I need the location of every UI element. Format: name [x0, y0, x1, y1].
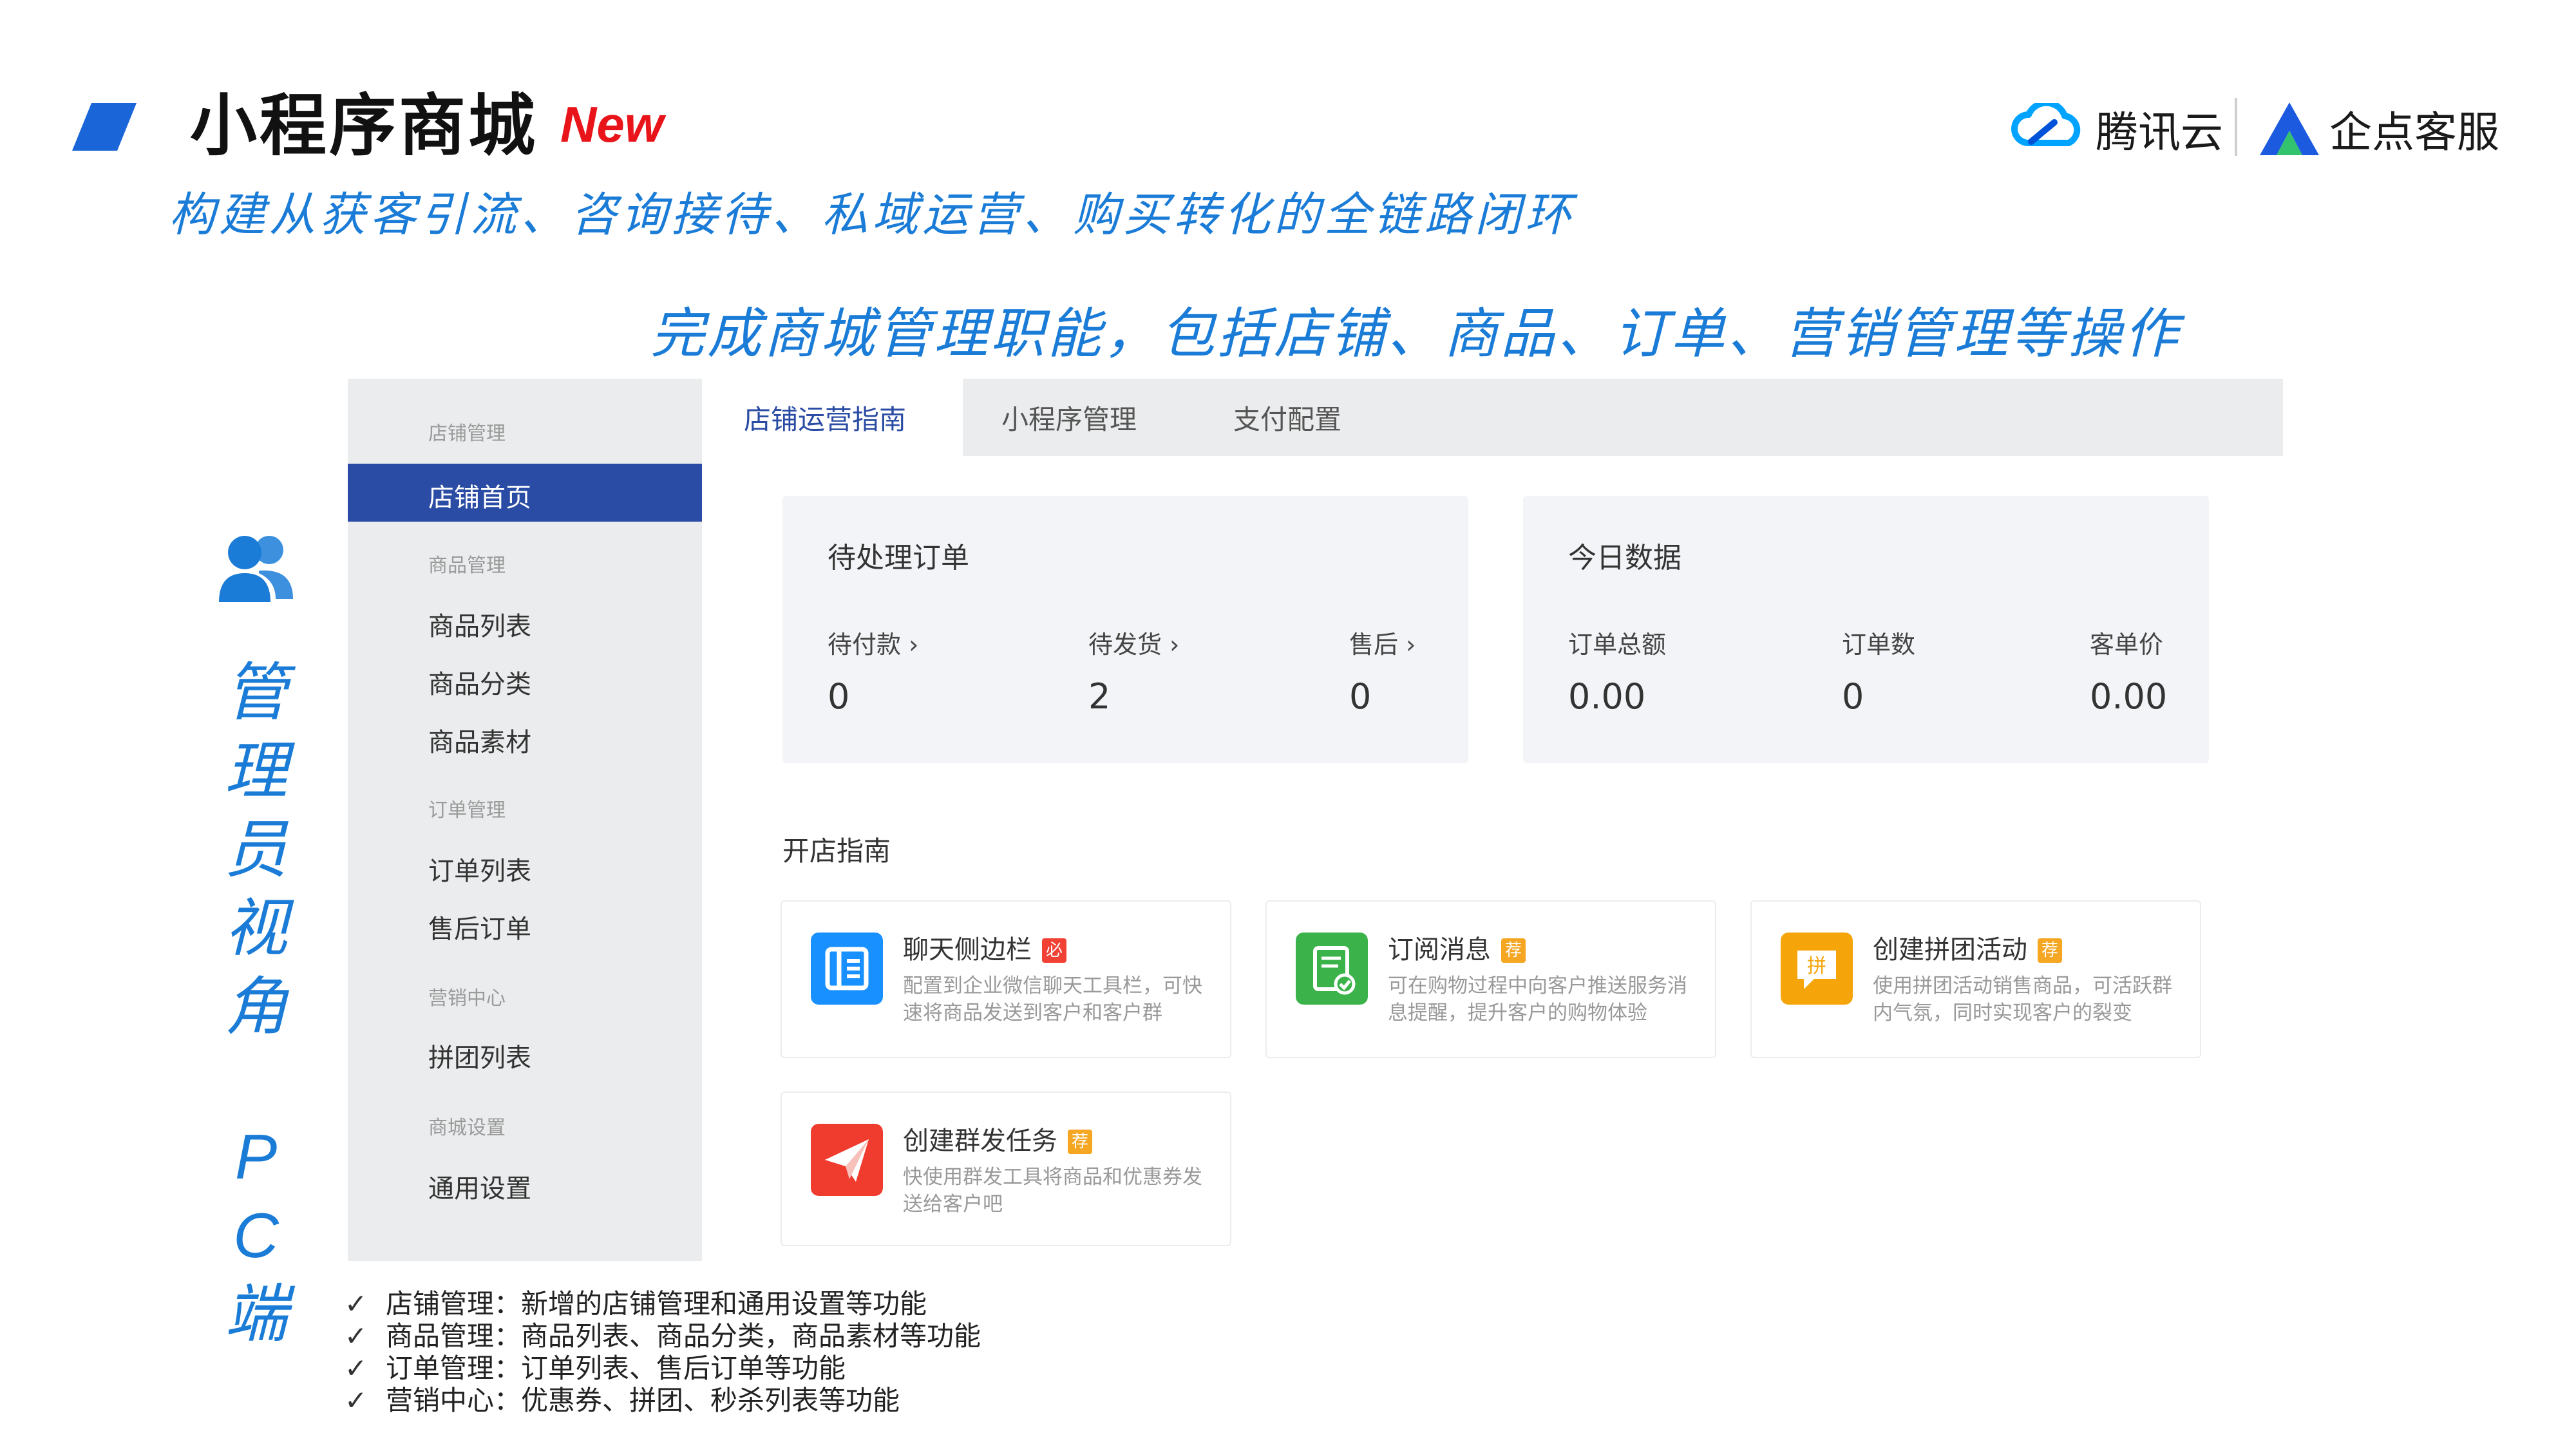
- feature-bullet: ✓ 店铺管理：新增的店铺管理和通用设置等功能: [345, 1288, 981, 1320]
- tencent-cloud-icon: [2011, 103, 2081, 146]
- tab-bar: 店铺运营指南 小程序管理 支付配置: [702, 379, 2283, 456]
- tencent-cloud-logo: 腾讯云: [2009, 97, 2223, 161]
- sidebar-group-marketing: 营销中心: [428, 987, 506, 1010]
- recommended-badge: 荐: [1501, 938, 1526, 963]
- guide-card-name-text: 创建群发任务: [903, 1126, 1057, 1156]
- check-icon: ✓: [345, 1320, 368, 1352]
- vertical-char: 端: [224, 1278, 288, 1349]
- stat-label-awaiting-shipment[interactable]: 待发货 ›: [1088, 625, 1179, 660]
- qidian-logo: 企点客服: [2257, 97, 2499, 161]
- guide-card-name-text: 聊天侧边栏: [903, 935, 1032, 965]
- guide-card-create-broadcast[interactable]: 创建群发任务荐 快使用群发工具将商品和优惠券发送给客户吧: [781, 1092, 1231, 1246]
- sidebar-group-store: 店铺管理: [428, 422, 506, 445]
- broadcast-icon: [811, 1124, 883, 1196]
- slide-tagline: 完成商城管理职能，包括店铺、商品、订单、营销管理等操作: [650, 302, 2181, 365]
- feature-bullet-text: 营销中心：优惠券、拼团、秒杀列表等功能: [386, 1385, 900, 1416]
- tab-payment-config[interactable]: 支付配置: [1233, 398, 1341, 437]
- feature-bullet-list: ✓ 店铺管理：新增的店铺管理和通用设置等功能 ✓ 商品管理：商品列表、商品分类，商品…: [345, 1288, 981, 1417]
- guide-card-name: 创建拼团活动荐: [1873, 929, 2062, 966]
- recommended-badge: 荐: [1068, 1130, 1092, 1154]
- vertical-label-admin-view: 管 理 员 视 角: [222, 654, 290, 1046]
- today-data-card: 今日数据 订单总额 0.00 订单数 0 客单价 0.00: [1523, 496, 2209, 763]
- guide-card-name-text: 创建拼团活动: [1873, 935, 2027, 965]
- feature-bullet-text: 订单管理：订单列表、售后订单等功能: [386, 1352, 846, 1384]
- sidebar-item-product-category[interactable]: 商品分类: [428, 663, 531, 701]
- stat-label-order-count: 订单数: [1842, 630, 1916, 659]
- stat-label-order-total: 订单总额: [1568, 630, 1667, 659]
- store-guide-title: 开店指南: [782, 835, 891, 867]
- feature-bullet: ✓ 商品管理：商品列表、商品分类，商品素材等功能: [345, 1320, 981, 1352]
- logo-divider: [2235, 98, 2237, 156]
- stat-value-order-count: 0: [1842, 676, 1864, 717]
- feature-bullet-text: 店铺管理：新增的店铺管理和通用设置等功能: [386, 1288, 927, 1320]
- today-data-title: 今日数据: [1568, 542, 1681, 574]
- stat-label-avg-order-value: 客单价: [2090, 630, 2164, 659]
- vertical-char: 理: [224, 735, 288, 808]
- sidebar-item-product-list[interactable]: 商品列表: [428, 605, 531, 643]
- vertical-char: 管: [224, 656, 288, 730]
- guide-card-name: 订阅消息荐: [1388, 929, 1526, 966]
- guide-card-name: 聊天侧边栏必: [903, 929, 1066, 966]
- sidebar-item-label: 店铺首页: [428, 483, 531, 513]
- recommended-badge: 荐: [2038, 938, 2062, 963]
- pending-orders-card: 待处理订单 待付款 › 0 待发货 › 2 售后 › 0: [782, 496, 1468, 763]
- slide-title: 小程序商城: [190, 86, 538, 165]
- new-badge: New: [560, 96, 664, 153]
- subscribe-icon: [1296, 933, 1368, 1005]
- stat-value-order-total: 0.00: [1568, 676, 1646, 717]
- qidian-icon: [2260, 102, 2319, 155]
- sidebar-group-products: 商品管理: [428, 554, 506, 577]
- slide-subtitle: 构建从获客引流、咨询接待、私域运营、购买转化的全链路闭环: [169, 187, 1576, 242]
- guide-card-create-group-buy[interactable]: 拼 创建拼团活动荐 使用拼团活动销售商品，可活跃群内气氛，同时实现客户的裂变: [1750, 900, 2201, 1058]
- group-buy-icon: 拼: [1781, 933, 1853, 1005]
- vertical-char: C: [233, 1200, 279, 1271]
- guide-card-name-text: 订阅消息: [1388, 935, 1491, 965]
- svg-text:拼: 拼: [1807, 955, 1826, 978]
- required-badge: 必: [1042, 938, 1066, 963]
- sidebar-icon: [811, 933, 883, 1005]
- vertical-char: 视: [224, 892, 288, 965]
- vertical-char: 员: [224, 813, 288, 887]
- qidian-logo-text: 企点客服: [2329, 108, 2499, 157]
- guide-card-chat-sidebar[interactable]: 聊天侧边栏必 配置到企业微信聊天工具栏，可快速将商品发送到客户和客户群: [781, 900, 1231, 1058]
- stat-label-after-sales[interactable]: 售后 ›: [1349, 625, 1416, 660]
- guide-card-subscribe-message[interactable]: 订阅消息荐 可在购物过程中向客户推送服务消息提醒，提升客户的购物体验: [1265, 900, 1716, 1058]
- sidebar-item-product-material[interactable]: 商品素材: [428, 721, 531, 759]
- stat-value-avg-order-value: 0.00: [2090, 676, 2168, 717]
- guide-card-desc: 快使用群发工具将商品和优惠券发送给客户吧: [903, 1166, 1202, 1216]
- sidebar-item-store-home[interactable]: 店铺首页: [348, 464, 702, 522]
- sidebar: 店铺管理 店铺首页 商品管理 商品列表 商品分类 商品素材 订单管理 订单列表 …: [348, 379, 702, 1261]
- admin-user-icon: [219, 536, 293, 602]
- vertical-char: P: [234, 1121, 278, 1192]
- guide-card-desc: 使用拼团活动销售商品，可活跃群内气氛，同时实现客户的裂变: [1873, 974, 2172, 1025]
- guide-card-name: 创建群发任务荐: [903, 1120, 1092, 1157]
- sidebar-group-orders: 订单管理: [428, 799, 506, 822]
- sidebar-item-group-buy-list[interactable]: 拼团列表: [428, 1037, 531, 1074]
- stat-value-after-sales: 0: [1349, 676, 1372, 717]
- tencent-cloud-logo-text: 腾讯云: [2096, 108, 2223, 157]
- stat-label-awaiting-payment[interactable]: 待付款 ›: [828, 625, 918, 660]
- sidebar-item-general-settings[interactable]: 通用设置: [428, 1168, 531, 1205]
- check-icon: ✓: [345, 1385, 368, 1416]
- sidebar-item-after-sale-orders[interactable]: 售后订单: [428, 908, 531, 945]
- sidebar-item-order-list[interactable]: 订单列表: [428, 850, 531, 887]
- check-icon: ✓: [345, 1288, 368, 1320]
- sidebar-group-mall-settings: 商城设置: [428, 1117, 506, 1139]
- tab-mini-program-management[interactable]: 小程序管理: [1001, 398, 1137, 437]
- feature-bullet: ✓ 订单管理：订单列表、售后订单等功能: [345, 1352, 981, 1385]
- guide-card-desc: 可在购物过程中向客户推送服务消息提醒，提升客户的购物体验: [1388, 974, 1687, 1025]
- brand-slash-icon: [72, 103, 137, 151]
- stat-value-awaiting-payment: 0: [828, 676, 850, 717]
- tab-store-operation-guide[interactable]: 店铺运营指南: [744, 398, 906, 437]
- guide-card-desc: 配置到企业微信聊天工具栏，可快速将商品发送到客户和客户群: [903, 974, 1202, 1025]
- vertical-label-pc: P C 端: [222, 1117, 290, 1353]
- feature-bullet-text: 商品管理：商品列表、商品分类，商品素材等功能: [386, 1320, 981, 1352]
- vertical-char: 角: [224, 971, 288, 1044]
- feature-bullet: ✓ 营销中心：优惠券、拼团、秒杀列表等功能: [345, 1385, 981, 1417]
- stat-value-awaiting-shipment: 2: [1088, 676, 1111, 717]
- check-icon: ✓: [345, 1352, 368, 1384]
- pending-orders-title: 待处理订单: [828, 542, 969, 574]
